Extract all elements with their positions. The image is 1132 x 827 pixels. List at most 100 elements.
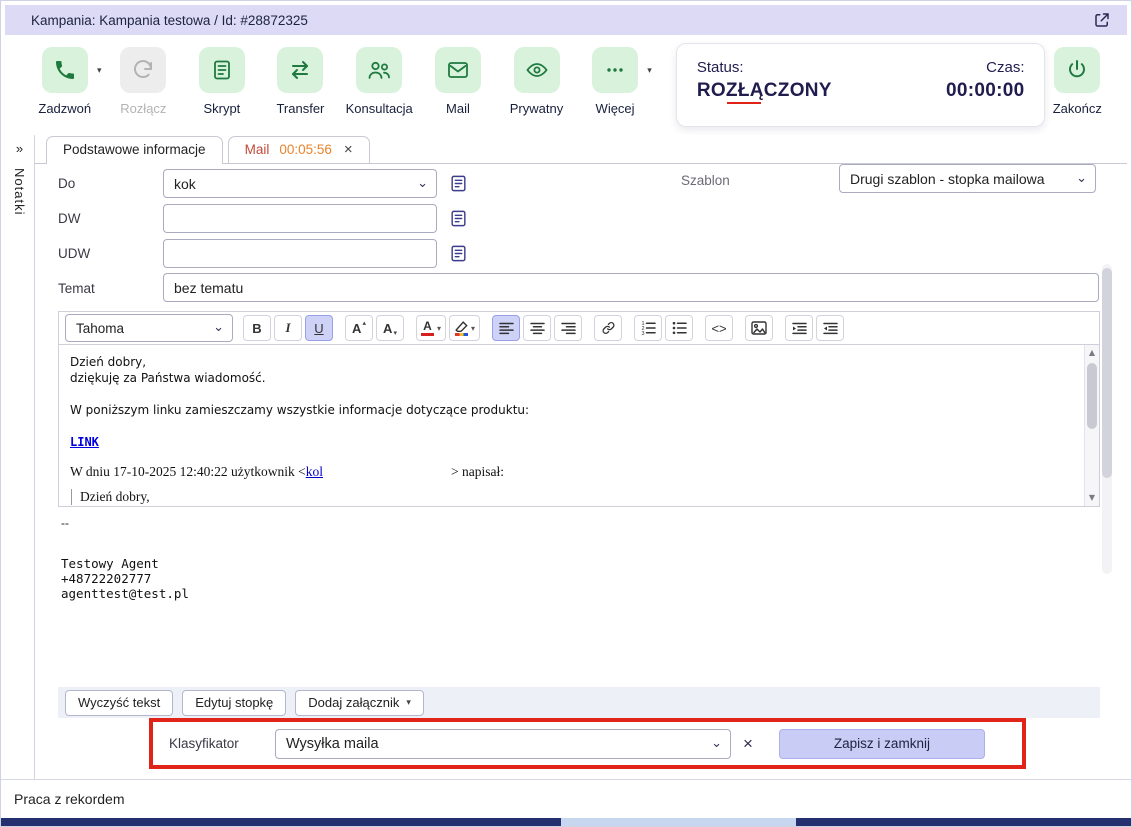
clear-text-button[interactable]: Wyczyść tekst bbox=[65, 689, 174, 716]
panel-scrollbar[interactable] bbox=[1102, 264, 1112, 574]
window-titlebar: Kampania: Kampania testowa / Id: #288723… bbox=[5, 5, 1127, 35]
align-center-button[interactable] bbox=[523, 315, 552, 341]
toolbar-script-button[interactable]: Skrypt bbox=[190, 47, 254, 116]
underline-button[interactable]: U bbox=[305, 315, 333, 341]
add-attachment-button[interactable]: Dodaj załącznik ▾ bbox=[295, 689, 424, 716]
text-color-icon: A bbox=[421, 320, 434, 336]
tab-close-icon[interactable]: × bbox=[344, 142, 353, 157]
classifier-clear-button[interactable]: × bbox=[743, 735, 753, 752]
subject-field[interactable] bbox=[163, 273, 1099, 302]
call-iconbox bbox=[41, 47, 88, 93]
power-icon bbox=[1069, 60, 1086, 78]
bold-button[interactable]: B bbox=[243, 315, 271, 341]
signature-block: Testowy Agent +48722202777 agenttest@tes… bbox=[61, 556, 189, 601]
chevron-down-icon: ⌄ bbox=[711, 734, 722, 750]
save-and-close-button[interactable]: Zapisz i zamknij bbox=[778, 728, 985, 759]
code-view-button[interactable]: <> bbox=[705, 315, 734, 341]
udw-label: UDW bbox=[58, 246, 91, 261]
call-dropdown-caret-icon[interactable]: ▾ bbox=[97, 65, 102, 76]
toolbar-mail-button[interactable]: Mail bbox=[426, 47, 490, 116]
to-combobox[interactable]: kok ⌄ bbox=[163, 169, 437, 198]
insert-link-button[interactable] bbox=[594, 315, 623, 341]
notes-sidebar: » Notatki bbox=[5, 135, 35, 779]
toolbar-end-button[interactable]: Zakończ bbox=[1045, 47, 1109, 116]
email-body-editor[interactable]: Dzień dobry, dziękuję za Państwa wiadomo… bbox=[58, 345, 1100, 507]
font-size-decrease-button[interactable]: A ▾ bbox=[376, 315, 404, 341]
mail-panel: Do kok ⌄ Szablon Drugi szablon - stopka … bbox=[35, 164, 1127, 779]
font-family-select[interactable]: Tahoma ⌄ bbox=[65, 314, 233, 342]
script-iconbox bbox=[198, 47, 245, 93]
toolbar-hangup-button: Rozłącz bbox=[112, 47, 176, 116]
to-label: Do bbox=[58, 176, 76, 191]
tab-mail-label: Mail bbox=[244, 142, 270, 157]
quote-header: W dniu 17-10-2025 12:40:22 użytkownik <k… bbox=[70, 464, 504, 479]
open-new-window-button[interactable] bbox=[1091, 9, 1113, 31]
template-label: Szablon bbox=[681, 173, 730, 188]
panel-scrollbar-thumb[interactable] bbox=[1102, 268, 1112, 478]
highlight-color-button[interactable]: ▾ bbox=[449, 315, 481, 341]
align-center-icon bbox=[529, 322, 545, 334]
status-value: ROZŁĄCZONY bbox=[696, 80, 832, 104]
scroll-up-icon[interactable]: ▲ bbox=[1085, 346, 1099, 360]
toolbar-private-button[interactable]: Prywatny bbox=[505, 47, 569, 116]
dw-field[interactable] bbox=[163, 204, 437, 233]
time-label: Czas: bbox=[986, 59, 1025, 76]
image-icon bbox=[751, 321, 767, 335]
toolbar-consultation-button[interactable]: Konsultacja bbox=[346, 47, 413, 116]
template-select[interactable]: Drugi szablon - stopka mailowa ⌄ bbox=[839, 164, 1096, 193]
chevron-down-icon: ⌄ bbox=[213, 319, 224, 335]
signature-separator: -- bbox=[61, 516, 69, 530]
edit-footer-button[interactable]: Edytuj stopkę bbox=[182, 689, 287, 716]
align-right-button[interactable] bbox=[554, 315, 583, 341]
font-family-value: Tahoma bbox=[76, 320, 125, 336]
transfer-iconbox bbox=[277, 47, 324, 93]
text-color-button[interactable]: A ▾ bbox=[416, 315, 447, 341]
classifier-value: Wysyłka maila bbox=[286, 735, 379, 752]
outdent-button[interactable] bbox=[816, 315, 845, 341]
ordered-list-button[interactable]: 123 bbox=[634, 315, 663, 341]
to-addressbook-button[interactable] bbox=[445, 170, 471, 196]
mail-iconbox bbox=[434, 47, 481, 93]
unordered-list-button[interactable] bbox=[665, 315, 694, 341]
editor-scrollbar-thumb[interactable] bbox=[1087, 363, 1097, 429]
tab-bar: Podstawowe informacje Mail 00:05:56 × bbox=[35, 135, 1127, 164]
editor-scrollbar[interactable]: ▲ ▼ bbox=[1084, 345, 1099, 506]
hangup-button-label: Rozłącz bbox=[120, 101, 167, 116]
email-editor: Tahoma ⌄ B I U A ▴ A ▾ A ▾ ▾ 1 2 3 <> Dz… bbox=[58, 311, 1100, 507]
udw-addressbook-button[interactable] bbox=[445, 240, 471, 266]
indent-button[interactable] bbox=[785, 315, 814, 341]
chevron-down-icon: ⌄ bbox=[1076, 169, 1087, 185]
scroll-down-icon[interactable]: ▼ bbox=[1085, 491, 1099, 505]
udw-field[interactable] bbox=[163, 239, 437, 268]
insert-image-button[interactable] bbox=[745, 315, 774, 341]
link-icon bbox=[602, 321, 615, 335]
tab-mail-timer: 00:05:56 bbox=[279, 142, 332, 157]
tab-podstawowe-informacje[interactable]: Podstawowe informacje bbox=[46, 136, 223, 164]
align-left-button[interactable] bbox=[492, 315, 521, 341]
external-link-icon bbox=[1095, 13, 1109, 27]
caret-down-icon: ▾ bbox=[437, 323, 442, 333]
quoted-email-link[interactable]: kol bbox=[306, 464, 323, 479]
dw-label: DW bbox=[58, 211, 81, 226]
align-right-icon bbox=[560, 322, 576, 334]
classifier-select[interactable]: Wysyłka maila ⌄ bbox=[275, 728, 731, 759]
template-value: Drugi szablon - stopka mailowa bbox=[850, 170, 1045, 187]
signature-email: agenttest@test.pl bbox=[61, 586, 189, 601]
notes-expand-icon[interactable]: » bbox=[16, 141, 23, 156]
body-line: W poniższym linku zamieszczamy wszystkie… bbox=[70, 403, 530, 417]
toolbar-call-button[interactable]: ▾ Zadzwoń bbox=[33, 47, 102, 116]
editor-toolbar: Tahoma ⌄ B I U A ▴ A ▾ A ▾ ▾ 1 2 3 <> bbox=[58, 311, 1100, 345]
indent-icon bbox=[791, 322, 807, 334]
more-button-label: Więcej bbox=[595, 101, 635, 116]
toolbar-more-button[interactable]: ▾ Więcej bbox=[583, 47, 652, 116]
italic-button[interactable]: I bbox=[274, 315, 302, 341]
outdent-icon bbox=[822, 322, 838, 334]
dw-addressbook-button[interactable] bbox=[445, 205, 471, 231]
hangup-arrow-icon bbox=[134, 60, 153, 78]
toolbar-transfer-button[interactable]: Transfer bbox=[269, 47, 333, 116]
font-size-increase-button[interactable]: A ▴ bbox=[345, 315, 373, 341]
email-body-link[interactable]: LINK bbox=[70, 434, 99, 450]
hangup-iconbox bbox=[120, 47, 167, 93]
tab-mail[interactable]: Mail 00:05:56 × bbox=[227, 136, 370, 163]
more-dropdown-caret-icon[interactable]: ▾ bbox=[647, 65, 652, 76]
